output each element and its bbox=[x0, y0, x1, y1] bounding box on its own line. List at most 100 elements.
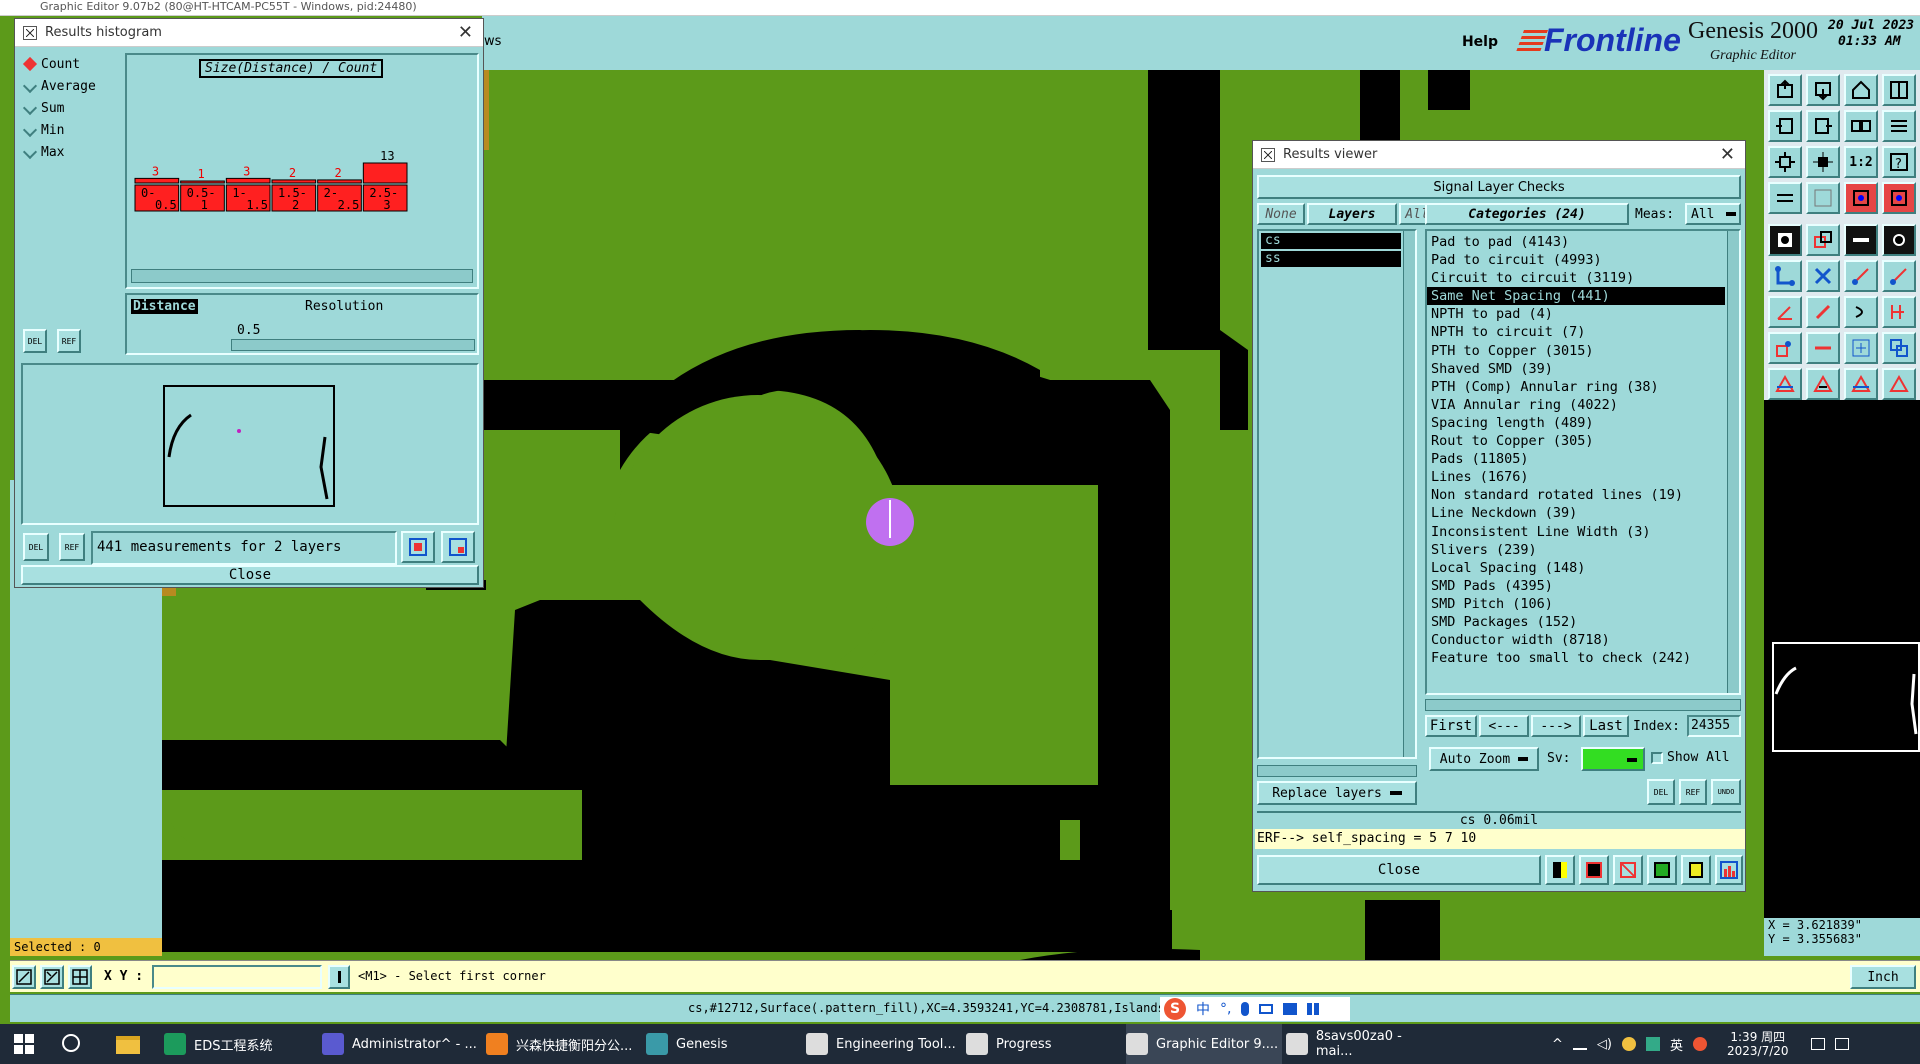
results-viewer-title-bar[interactable]: Results viewer ✕ bbox=[1253, 141, 1745, 169]
histogram-bar[interactable] bbox=[317, 179, 362, 184]
rv-ref-button[interactable]: REF bbox=[1679, 779, 1707, 805]
category-item[interactable]: Conductor width (8718) bbox=[1427, 631, 1725, 649]
histogram-option[interactable]: Max bbox=[21, 141, 119, 163]
category-item[interactable]: Line Neckdown (39) bbox=[1427, 504, 1725, 522]
search-icon[interactable] bbox=[62, 1034, 80, 1052]
diag2-icon[interactable] bbox=[1882, 260, 1916, 292]
rv-tool3-icon[interactable] bbox=[1613, 855, 1643, 885]
auto-zoom-select[interactable]: Auto Zoom bbox=[1429, 747, 1539, 771]
keyboard-icon[interactable] bbox=[1259, 1004, 1274, 1014]
taskbar-item[interactable]: Progress bbox=[966, 1024, 1122, 1064]
next-button[interactable]: ---> bbox=[1531, 715, 1581, 737]
swap-icon[interactable] bbox=[1844, 110, 1878, 142]
net-red-icon[interactable] bbox=[1844, 182, 1878, 214]
categories-hscroll[interactable] bbox=[1425, 699, 1741, 711]
category-item[interactable]: Circuit to circuit (3119) bbox=[1427, 269, 1725, 287]
histogram-bar[interactable] bbox=[180, 180, 225, 184]
zoom-in-icon[interactable] bbox=[1768, 74, 1802, 106]
sv-color-select[interactable] bbox=[1581, 747, 1645, 771]
layers-scrollbar[interactable] bbox=[1403, 231, 1415, 757]
category-item[interactable]: Rout to Copper (305) bbox=[1427, 432, 1725, 450]
rv-undo-button[interactable]: UNDO bbox=[1711, 779, 1741, 805]
taskbar-item[interactable]: EDS工程系统 bbox=[164, 1024, 320, 1064]
arc-icon[interactable] bbox=[1844, 296, 1878, 328]
taskbar-item[interactable]: Engineering Tool... bbox=[806, 1024, 962, 1064]
file-explorer-icon[interactable] bbox=[116, 1036, 140, 1054]
taskbar-item[interactable]: 兴森快捷衡阳分公... bbox=[486, 1024, 642, 1064]
category-item[interactable]: Pad to pad (4143) bbox=[1427, 233, 1725, 251]
taskbar-item[interactable]: 8savs00za0 - mai... bbox=[1286, 1024, 1442, 1064]
tray-sogou-icon[interactable] bbox=[1693, 1037, 1707, 1051]
resolution-slider[interactable] bbox=[231, 339, 475, 351]
tray-app2-icon[interactable] bbox=[1645, 1037, 1660, 1051]
histogram-title-bar[interactable]: Results histogram ✕ bbox=[15, 19, 483, 47]
info-icon[interactable] bbox=[328, 965, 350, 989]
tri-icon[interactable] bbox=[1768, 368, 1802, 400]
chevron-up-icon[interactable]: ^ bbox=[1552, 1037, 1563, 1052]
category-item[interactable]: Pads (11805) bbox=[1427, 450, 1725, 468]
rv-tool4-icon[interactable] bbox=[1647, 855, 1677, 885]
tri4-icon[interactable] bbox=[1882, 368, 1916, 400]
notification-icon[interactable] bbox=[1834, 1038, 1849, 1050]
tray-lang[interactable]: 英 bbox=[1670, 1035, 1683, 1054]
histogram-bar[interactable] bbox=[362, 162, 408, 184]
taskbar-item[interactable]: Graphic Editor 9.... bbox=[1126, 1024, 1282, 1064]
last-button[interactable]: Last bbox=[1583, 715, 1629, 737]
flip-icon[interactable] bbox=[1882, 296, 1916, 328]
rv-tool5-icon[interactable] bbox=[1681, 855, 1711, 885]
mini-view[interactable] bbox=[1772, 642, 1920, 752]
category-item[interactable]: Local Spacing (148) bbox=[1427, 559, 1725, 577]
categories-label[interactable]: Categories (24) bbox=[1425, 203, 1629, 225]
category-item[interactable]: Slivers (239) bbox=[1427, 541, 1725, 559]
category-item[interactable]: Inconsistent Line Width (3) bbox=[1427, 523, 1725, 541]
category-item[interactable]: NPTH to pad (4) bbox=[1427, 305, 1725, 323]
category-item[interactable]: Non standard rotated lines (19) bbox=[1427, 486, 1725, 504]
copy-icon[interactable] bbox=[1882, 332, 1916, 364]
start-icon[interactable] bbox=[14, 1034, 34, 1054]
del-button[interactable]: DEL bbox=[23, 329, 47, 353]
grid-icon[interactable] bbox=[1806, 182, 1840, 214]
pan-right-icon[interactable] bbox=[1806, 110, 1840, 142]
ime-chinese-label[interactable]: 中 bbox=[1196, 999, 1210, 1019]
home-icon[interactable] bbox=[1844, 74, 1878, 106]
measure-icon[interactable] bbox=[1768, 182, 1802, 214]
prev-button[interactable]: <--- bbox=[1479, 715, 1529, 737]
close-icon[interactable]: ✕ bbox=[1720, 144, 1735, 165]
histogram-option[interactable]: Average bbox=[21, 75, 119, 97]
ref-button[interactable]: REF bbox=[57, 329, 81, 353]
rv-tool1-icon[interactable] bbox=[1545, 855, 1575, 885]
layers-hscroll[interactable] bbox=[1257, 765, 1417, 777]
network-icon[interactable] bbox=[1572, 1038, 1587, 1050]
taskbar-item[interactable]: Administrator^ - ... bbox=[322, 1024, 478, 1064]
slash-icon[interactable] bbox=[1806, 296, 1840, 328]
rv-tool2-icon[interactable] bbox=[1579, 855, 1609, 885]
histogram-bar[interactable] bbox=[225, 177, 271, 184]
volume-icon[interactable]: ◁) bbox=[1597, 1037, 1612, 1052]
category-item[interactable]: Lines (1676) bbox=[1427, 468, 1725, 486]
layer-item[interactable]: cs bbox=[1261, 233, 1401, 249]
first-button[interactable]: First bbox=[1425, 715, 1477, 737]
units-select[interactable]: Inch bbox=[1850, 965, 1916, 989]
layers-none-button[interactable]: None bbox=[1257, 203, 1305, 225]
index-field[interactable]: 24355 bbox=[1687, 715, 1741, 737]
check-group-header[interactable]: Signal Layer Checks bbox=[1257, 175, 1741, 199]
distance-label[interactable]: Distance bbox=[131, 299, 198, 314]
layer-item[interactable]: ss bbox=[1261, 251, 1401, 267]
category-item[interactable]: Spacing length (489) bbox=[1427, 414, 1725, 432]
mic-icon[interactable] bbox=[1241, 1002, 1250, 1016]
cmd-grid-icon[interactable] bbox=[68, 965, 92, 989]
histogram-option[interactable]: Count bbox=[21, 53, 119, 75]
menu-help[interactable]: Help bbox=[1462, 34, 1498, 50]
connect-icon[interactable] bbox=[1768, 260, 1802, 292]
rv-close-button[interactable]: Close bbox=[1257, 855, 1541, 885]
replace-layers-button[interactable]: Replace layers bbox=[1257, 781, 1417, 805]
pan-left-icon[interactable] bbox=[1768, 110, 1802, 142]
rv-del-button[interactable]: DEL bbox=[1647, 779, 1675, 805]
tri3-icon[interactable] bbox=[1844, 368, 1878, 400]
preview-del-button[interactable]: DEL bbox=[23, 533, 49, 561]
histogram-close-button[interactable]: Close bbox=[21, 565, 479, 585]
category-item[interactable]: PTH to Copper (3015) bbox=[1427, 342, 1725, 360]
center-icon[interactable] bbox=[1806, 146, 1840, 178]
select-area-icon[interactable] bbox=[1806, 224, 1840, 256]
category-item[interactable]: PTH (Comp) Annular ring (38) bbox=[1427, 378, 1725, 396]
